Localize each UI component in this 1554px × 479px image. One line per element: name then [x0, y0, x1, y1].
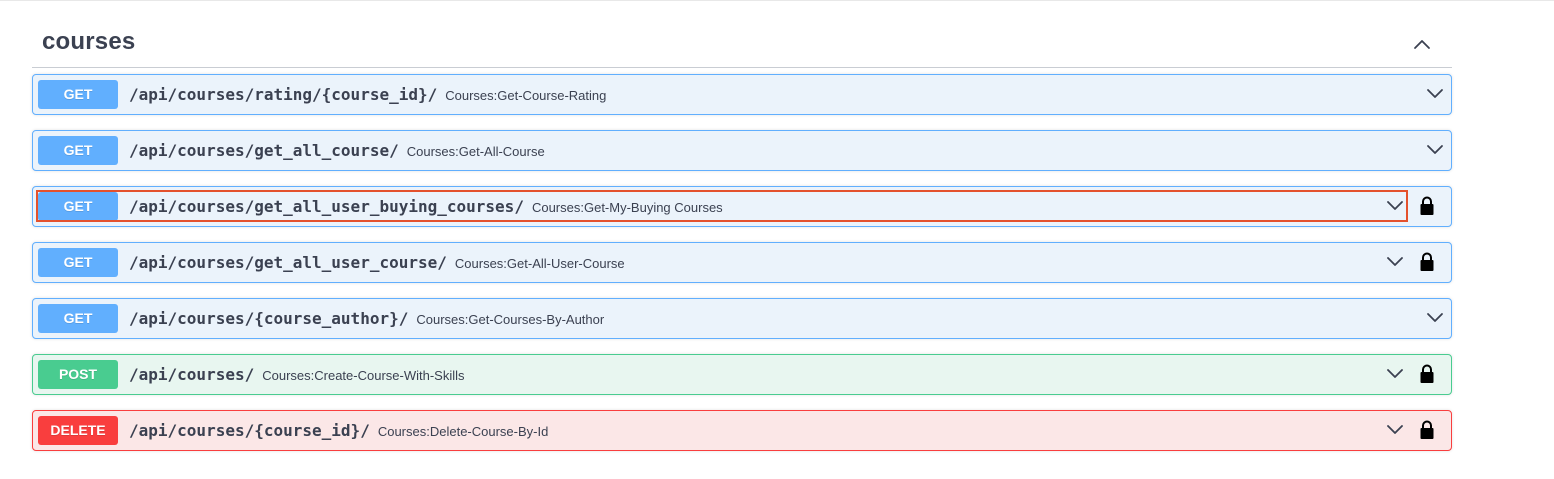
chevron-down-icon[interactable]: [1425, 84, 1445, 104]
chevron-down-icon[interactable]: [1385, 420, 1405, 440]
operation-path[interactable]: /api/courses/{course_id}/ Courses:Delete-…: [129, 411, 548, 450]
path-text: /api/courses/{course_author}/: [129, 309, 409, 328]
operation-path[interactable]: /api/courses/Courses:Create-Course-With-…: [129, 355, 465, 394]
operation-path[interactable]: /api/courses/rating/{course_id}/ Courses:…: [129, 75, 606, 114]
operation-path[interactable]: /api/courses/get_all_user_buying_courses…: [129, 187, 723, 226]
operation-path[interactable]: /api/courses/get_all_user_course/Courses…: [129, 243, 625, 282]
method-badge: GET: [38, 248, 118, 277]
operation-block[interactable]: GET /api/courses/rating/{course_id}/ Cour…: [32, 74, 1452, 115]
tag-title: courses: [42, 28, 136, 55]
operation-summary: Courses:Delete-Course-By-Id: [377, 424, 549, 439]
chevron-down-icon[interactable]: [1385, 252, 1405, 272]
operation-summary: Courses:Create-Course-With-Skills: [262, 368, 465, 383]
operation-path[interactable]: /api/courses/get_all_course/Courses:Get-…: [129, 131, 545, 170]
chevron-down-icon[interactable]: [1425, 140, 1445, 160]
path-text: /api/courses/get_all_course/: [129, 141, 399, 160]
operation-block[interactable]: GET /api/courses/get_all_course/Courses:…: [32, 130, 1452, 171]
method-badge: GET: [38, 192, 118, 221]
method-badge: POST: [38, 360, 118, 389]
operation-block[interactable]: GET /api/courses/{course_author}/ Courses…: [32, 298, 1452, 339]
lock-icon[interactable]: [1419, 196, 1435, 216]
chevron-down-icon[interactable]: [1385, 196, 1405, 216]
path-text: /api/courses/get_all_user_buying_courses…: [129, 197, 524, 216]
operation-block[interactable]: POST /api/courses/Courses:Create-Course-…: [32, 354, 1452, 395]
chevron-down-icon[interactable]: [1385, 364, 1405, 384]
operation-path[interactable]: /api/courses/{course_author}/ Courses:Get…: [129, 299, 604, 338]
operation-summary: Courses:Get-All-User-Course: [454, 256, 625, 271]
operation-summary: Courses:Get-My-Buying Courses: [531, 200, 723, 215]
lock-icon[interactable]: [1419, 252, 1435, 272]
operation-block[interactable]: GET /api/courses/get_all_user_buying_cou…: [32, 186, 1452, 227]
path-text: /api/courses/rating/{course_id}/: [129, 85, 438, 104]
lock-icon[interactable]: [1419, 420, 1435, 440]
method-badge: GET: [38, 304, 118, 333]
path-text: /api/courses/get_all_user_course/: [129, 253, 447, 272]
tag-section-courses: courses GET /api/courses/rating/{course_…: [32, 20, 1452, 451]
chevron-down-icon[interactable]: [1425, 308, 1445, 328]
path-text: /api/courses/: [129, 365, 255, 384]
operation-summary: Courses:Get-All-Course: [406, 144, 545, 159]
method-badge: GET: [38, 136, 118, 165]
operation-block[interactable]: DELETE /api/courses/{course_id}/ Courses:…: [32, 410, 1452, 451]
chevron-up-icon[interactable]: [1412, 34, 1432, 54]
top-divider: [0, 0, 1554, 1]
method-badge: GET: [38, 80, 118, 109]
lock-icon[interactable]: [1419, 364, 1435, 384]
operation-summary: Courses:Get-Courses-By-Author: [416, 312, 605, 327]
operation-summary: Courses:Get-Course-Rating: [445, 88, 607, 103]
path-text: /api/courses/{course_id}/: [129, 421, 370, 440]
tag-header[interactable]: courses: [32, 20, 1452, 68]
method-badge: DELETE: [38, 416, 118, 445]
operation-block[interactable]: GET /api/courses/get_all_user_course/Cou…: [32, 242, 1452, 283]
